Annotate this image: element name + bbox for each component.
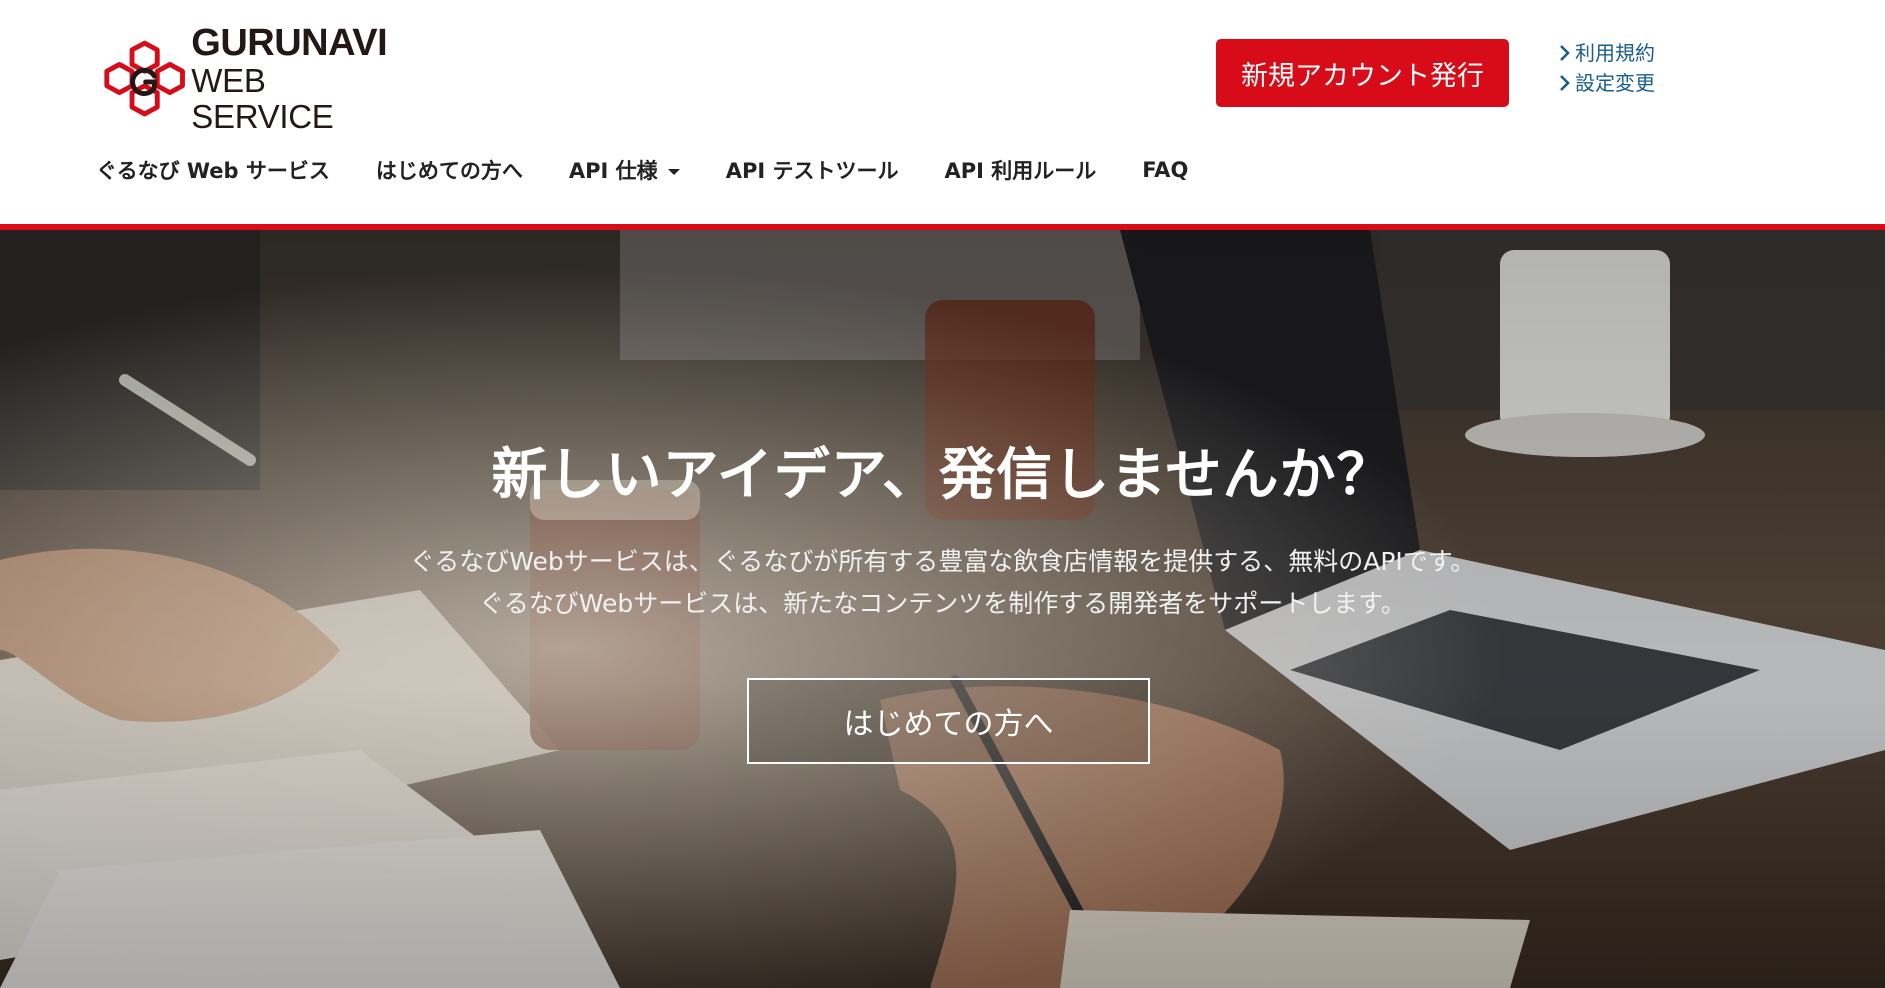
chevron-right-icon: [1560, 45, 1570, 61]
settings-link-label: 設定変更: [1575, 71, 1655, 95]
hero-title: 新しいアイデア、発信しませんか？: [491, 443, 1394, 508]
getting-started-button[interactable]: はじめての方へ: [747, 678, 1150, 764]
nav-item-api-spec[interactable]: API 仕様: [569, 155, 680, 185]
caret-down-icon: [667, 168, 680, 175]
header-side-links: 利用規約 設定変更: [1558, 38, 1655, 98]
nav-item-web-service[interactable]: ぐるなび Web サービス: [96, 155, 330, 185]
gurunavi-logo-icon: [104, 40, 185, 117]
site-logo[interactable]: GURUNAVI WEB SERVICE: [100, 23, 410, 135]
settings-link[interactable]: 設定変更: [1558, 68, 1655, 98]
nav-item-api-spec-label: API 仕様: [568, 159, 658, 183]
logo-wordmark: GURUNAVI WEB SERVICE: [191, 23, 410, 135]
nav-item-getting-started[interactable]: はじめての方へ: [376, 155, 523, 185]
nav-item-api-rules[interactable]: API 利用ルール: [944, 155, 1096, 185]
terms-link[interactable]: 利用規約: [1558, 38, 1655, 68]
chevron-right-icon: [1560, 75, 1570, 91]
site-header: GURUNAVI WEB SERVICE 新規アカウント発行 利用規約 設定変更…: [0, 0, 1885, 226]
hero-subtitle-line-1: ぐるなびWebサービスは、ぐるなびが所有する豊富な飲食店情報を提供する、無料のA…: [409, 547, 1476, 576]
logo-line-1: GURUNAVI: [191, 22, 388, 64]
hero-subtitle-line-2: ぐるなびWebサービスは、新たなコンテンツを制作する開発者をサポートします。: [479, 589, 1406, 618]
new-account-button[interactable]: 新規アカウント発行: [1216, 39, 1509, 107]
logo-line-2: WEB SERVICE: [191, 62, 334, 135]
terms-link-label: 利用規約: [1575, 41, 1655, 65]
nav-item-api-test-tool[interactable]: API テストツール: [726, 155, 899, 185]
hero-section: 新しいアイデア、発信しませんか？ ぐるなびWebサービスは、ぐるなびが所有する豊…: [0, 230, 1885, 988]
main-nav: ぐるなび Web サービス はじめての方へ API 仕様 API テストツール …: [96, 150, 1234, 190]
nav-item-faq[interactable]: FAQ: [1142, 158, 1188, 182]
